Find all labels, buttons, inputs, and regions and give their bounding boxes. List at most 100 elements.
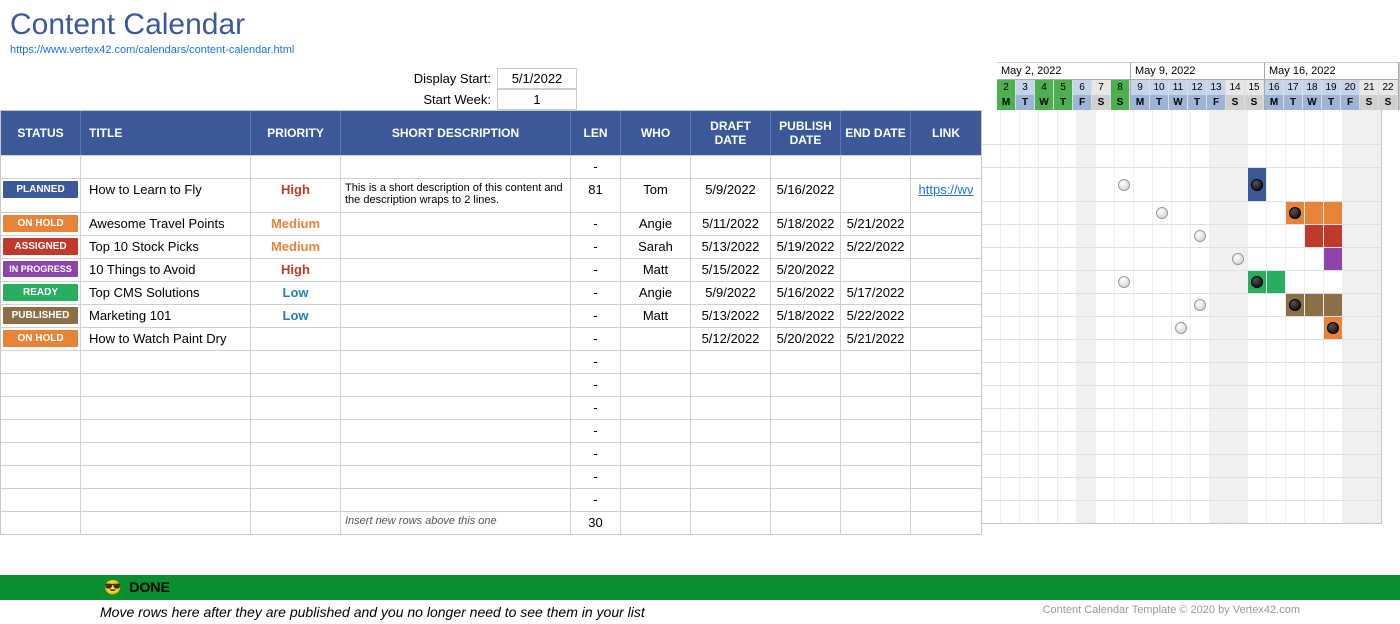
cell-description[interactable] (341, 489, 571, 511)
cell-who[interactable] (621, 489, 691, 511)
cell-draft-date[interactable]: 5/9/2022 (691, 282, 771, 304)
cell-title[interactable] (81, 420, 251, 442)
cell-description[interactable] (341, 397, 571, 419)
cell-len[interactable]: 81 (571, 179, 621, 212)
cell-who[interactable] (621, 420, 691, 442)
cell-priority[interactable]: Low (251, 305, 341, 327)
cell-link[interactable] (911, 156, 981, 178)
cell-len[interactable]: - (571, 374, 621, 396)
cell-publish-date[interactable] (771, 374, 841, 396)
table-row[interactable]: - (1, 350, 981, 373)
cell-who[interactable]: Matt (621, 259, 691, 281)
cell-who[interactable] (621, 466, 691, 488)
cell-description[interactable]: Insert new rows above this one (341, 512, 571, 534)
cell-len[interactable]: - (571, 328, 621, 350)
table-row[interactable]: ON HOLDAwesome Travel PointsMedium-Angie… (1, 212, 981, 235)
cell-who[interactable]: Matt (621, 305, 691, 327)
cell-description[interactable] (341, 156, 571, 178)
table-row[interactable]: ASSIGNEDTop 10 Stock PicksMedium-Sarah5/… (1, 235, 981, 258)
cell-who[interactable]: Angie (621, 282, 691, 304)
cell-who[interactable] (621, 351, 691, 373)
cell-priority[interactable] (251, 328, 341, 350)
cell-title[interactable] (81, 397, 251, 419)
cell-publish-date[interactable] (771, 512, 841, 534)
table-row[interactable]: PUBLISHEDMarketing 101Low-Matt5/13/20225… (1, 304, 981, 327)
cell-draft-date[interactable] (691, 397, 771, 419)
cell-link[interactable]: https://wv (911, 179, 981, 212)
cell-link[interactable] (911, 282, 981, 304)
cell-description[interactable] (341, 213, 571, 235)
cell-title[interactable] (81, 156, 251, 178)
cell-end-date[interactable]: 5/21/2022 (841, 328, 911, 350)
cell-link[interactable] (911, 420, 981, 442)
cell-priority[interactable] (251, 443, 341, 465)
cell-who[interactable] (621, 443, 691, 465)
cell-who[interactable] (621, 512, 691, 534)
cell-link[interactable] (911, 236, 981, 258)
cell-draft-date[interactable] (691, 351, 771, 373)
cell-len[interactable]: - (571, 259, 621, 281)
cell-description[interactable] (341, 374, 571, 396)
start-week-input[interactable]: 1 (497, 89, 577, 110)
cell-len[interactable]: - (571, 489, 621, 511)
cell-draft-date[interactable]: 5/9/2022 (691, 179, 771, 212)
cell-who[interactable]: Sarah (621, 236, 691, 258)
cell-priority[interactable]: High (251, 259, 341, 281)
cell-link[interactable] (911, 466, 981, 488)
cell-publish-date[interactable]: 5/19/2022 (771, 236, 841, 258)
cell-len[interactable]: - (571, 236, 621, 258)
cell-title[interactable]: How to Watch Paint Dry (81, 328, 251, 350)
cell-link[interactable] (911, 443, 981, 465)
cell-draft-date[interactable]: 5/13/2022 (691, 236, 771, 258)
cell-end-date[interactable] (841, 156, 911, 178)
cell-draft-date[interactable] (691, 443, 771, 465)
cell-description[interactable] (341, 236, 571, 258)
cell-len[interactable]: - (571, 213, 621, 235)
cell-len[interactable]: 30 (571, 512, 621, 534)
cell-priority[interactable] (251, 489, 341, 511)
cell-description[interactable] (341, 305, 571, 327)
cell-link[interactable] (911, 374, 981, 396)
cell-link[interactable] (911, 305, 981, 327)
cell-description[interactable] (341, 443, 571, 465)
cell-draft-date[interactable] (691, 374, 771, 396)
cell-priority[interactable]: High (251, 179, 341, 212)
cell-publish-date[interactable] (771, 443, 841, 465)
cell-who[interactable] (621, 397, 691, 419)
cell-priority[interactable] (251, 351, 341, 373)
cell-title[interactable] (81, 374, 251, 396)
table-row[interactable]: - (1, 396, 981, 419)
cell-end-date[interactable]: 5/22/2022 (841, 305, 911, 327)
cell-priority[interactable]: Low (251, 282, 341, 304)
cell-priority[interactable] (251, 156, 341, 178)
cell-priority[interactable] (251, 420, 341, 442)
cell-link[interactable] (911, 213, 981, 235)
cell-link[interactable] (911, 351, 981, 373)
cell-publish-date[interactable] (771, 351, 841, 373)
cell-who[interactable]: Angie (621, 213, 691, 235)
cell-draft-date[interactable] (691, 466, 771, 488)
cell-description[interactable] (341, 466, 571, 488)
cell-title[interactable]: Top 10 Stock Picks (81, 236, 251, 258)
cell-link[interactable] (911, 328, 981, 350)
cell-len[interactable]: - (571, 351, 621, 373)
cell-publish-date[interactable]: 5/16/2022 (771, 282, 841, 304)
cell-priority[interactable] (251, 466, 341, 488)
cell-title[interactable]: Awesome Travel Points (81, 213, 251, 235)
table-row[interactable]: PLANNEDHow to Learn to FlyHighThis is a … (1, 178, 981, 212)
cell-len[interactable]: - (571, 282, 621, 304)
table-row[interactable]: ON HOLDHow to Watch Paint Dry-5/12/20225… (1, 327, 981, 350)
cell-publish-date[interactable] (771, 397, 841, 419)
table-row[interactable]: - (1, 442, 981, 465)
table-row[interactable]: - (1, 155, 981, 178)
cell-publish-date[interactable]: 5/16/2022 (771, 179, 841, 212)
cell-link[interactable] (911, 489, 981, 511)
cell-description[interactable] (341, 351, 571, 373)
cell-draft-date[interactable] (691, 156, 771, 178)
cell-description[interactable] (341, 259, 571, 281)
cell-publish-date[interactable]: 5/20/2022 (771, 328, 841, 350)
cell-description[interactable]: This is a short description of this cont… (341, 179, 571, 212)
cell-end-date[interactable] (841, 420, 911, 442)
cell-len[interactable]: - (571, 443, 621, 465)
table-row[interactable]: - (1, 419, 981, 442)
